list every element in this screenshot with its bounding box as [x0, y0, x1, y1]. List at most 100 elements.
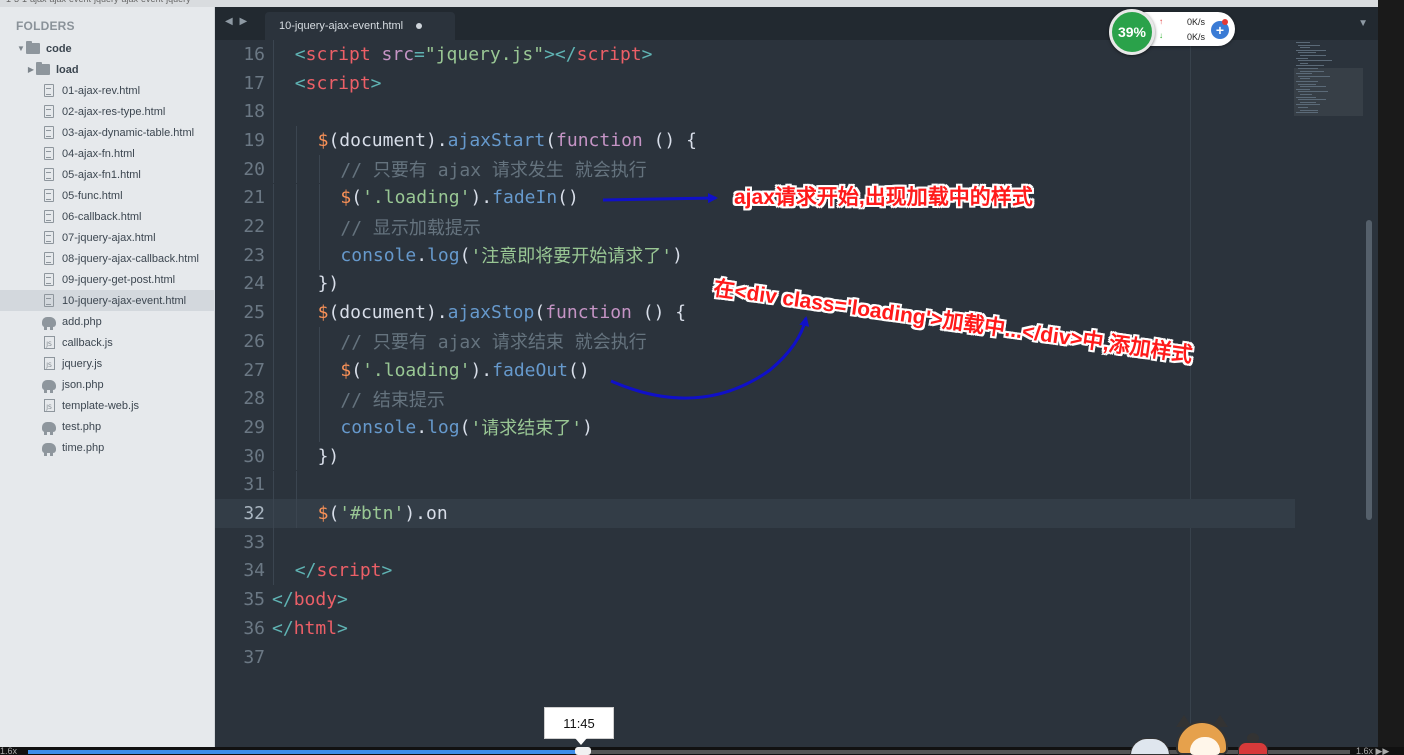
indent-guide — [273, 527, 274, 557]
tree-file-item[interactable]: 04-ajax-fn.html — [0, 143, 215, 164]
minimap-line — [1298, 44, 1320, 46]
tree-file-item[interactable]: 01-ajax-rev.html — [0, 80, 215, 101]
indent-guide — [295, 154, 297, 184]
playback-speed-right[interactable]: 1.6x ▶▶ — [1356, 746, 1389, 755]
sidebar: FOLDERS ▼ code ▶ load 01-ajax-rev.html 02-aja… — [0, 7, 215, 747]
tree-file-item[interactable]: 06-callback.html — [0, 206, 215, 227]
code-line[interactable]: 35 </body > — [215, 585, 1295, 614]
tree-file-item[interactable]: test.php — [0, 416, 215, 437]
indent-guide — [318, 355, 320, 385]
code-token: '#btn' — [339, 503, 405, 525]
code-line[interactable]: 36 </html > — [215, 614, 1295, 643]
line-number: 23 — [243, 244, 265, 266]
tree-item-label: json.php — [62, 378, 104, 391]
minimap-line — [1300, 47, 1310, 49]
html-file-icon — [42, 273, 56, 287]
indent-guide — [273, 154, 274, 184]
indent-guide — [273, 269, 274, 299]
indent-guide — [318, 154, 320, 184]
tree-file-item[interactable]: 03-ajax-dynamic-table.html — [0, 122, 215, 143]
expand-chevron-right-icon[interactable]: ▶ — [26, 65, 36, 74]
vertical-scrollbar[interactable] — [1366, 220, 1372, 520]
indent-guide — [273, 68, 274, 98]
tree-file-item[interactable]: 09-jquery-get-post.html — [0, 269, 215, 290]
tree-file-item[interactable]: JS jquery.js — [0, 353, 215, 374]
code-token: html — [293, 617, 338, 639]
code-line[interactable]: 23 console. log('注意即将要开始请求了') — [215, 240, 1295, 270]
indent-guide — [273, 413, 274, 442]
line-number: 20 — [243, 158, 265, 180]
code-line[interactable]: 18 — [215, 97, 1295, 127]
code-line[interactable]: 34 </script > — [215, 556, 1295, 586]
indent-guide — [273, 556, 274, 586]
tab-nav-arrows[interactable]: ◀ ▶ — [225, 16, 249, 27]
html-file-icon — [42, 84, 56, 98]
html-file-icon — [42, 105, 56, 119]
code-token: ( — [459, 244, 471, 266]
playback-speed-left[interactable]: 1.6x — [0, 746, 17, 755]
indent-guide — [295, 355, 297, 385]
minimap[interactable] — [1294, 40, 1364, 118]
tree-file-item[interactable]: add.php — [0, 311, 215, 332]
tree-folder-code[interactable]: ▼ code — [0, 38, 215, 59]
tree-file-item[interactable]: JS callback.js — [0, 332, 215, 353]
tree-file-item[interactable]: 07-jquery-ajax.html — [0, 227, 215, 248]
tree-file-item[interactable]: time.php — [0, 437, 215, 458]
tree-folder-load[interactable]: ▶ load — [0, 59, 215, 80]
code-editor[interactable]: 16 < script src = "jquery.js" ></script >17 < sc… — [215, 40, 1378, 747]
tree-item-label: 05-ajax-fn1.html — [62, 168, 141, 181]
code-line[interactable]: 30}) — [215, 441, 1295, 471]
line-number: 22 — [243, 216, 265, 238]
code-line[interactable]: 17 < script > — [215, 68, 1295, 98]
tree-item-label: code — [46, 42, 72, 55]
indent-guide — [273, 355, 274, 385]
code-line[interactable]: 37 — [215, 643, 1295, 672]
network-monitor-widget[interactable]: 39% ↑ ↓ 0K/s 0K/s + — [1109, 9, 1235, 55]
code-line[interactable]: 31 — [215, 470, 1295, 500]
tree-file-item[interactable]: 02-ajax-res-type.html — [0, 101, 215, 122]
player-progress-knob[interactable] — [575, 747, 591, 755]
minimap-line — [1298, 75, 1330, 77]
tree-item-label: template-web.js — [62, 399, 140, 412]
indent-guide — [273, 126, 274, 155]
code-text: < script > — [295, 69, 382, 98]
code-text: // 只要有 ajax 请求发生 就会执行 — [340, 155, 646, 184]
php-file-icon — [42, 378, 56, 393]
code-token: > — [641, 43, 653, 65]
indent-guide — [295, 240, 297, 270]
code-line[interactable]: 19 $ (document). ajaxStart(function () { — [215, 126, 1295, 155]
tree-file-item[interactable]: 10-jquery-ajax-event.html — [0, 290, 215, 311]
indent-guide — [273, 470, 274, 500]
code-text: $('.loading'). fadeOut() — [340, 356, 589, 385]
cpu-percent-badge[interactable]: 39% — [1109, 9, 1155, 55]
tree-file-item[interactable]: json.php — [0, 374, 215, 395]
code-line[interactable]: 29 console. log('请求结束了') — [215, 413, 1295, 442]
tree-file-item[interactable]: JS template-web.js — [0, 395, 215, 416]
modified-dot-icon[interactable] — [416, 23, 423, 29]
tree-file-item[interactable]: 05-func.html — [0, 185, 215, 206]
tree-file-item[interactable]: 08-jquery-ajax-callback.html — [0, 248, 215, 269]
tab-menu-chevron-down-icon[interactable]: ▼ — [1358, 18, 1368, 29]
code-token: script — [576, 43, 642, 65]
expand-chevron-down-icon[interactable]: ▼ — [16, 44, 26, 53]
tree-file-item[interactable]: 05-ajax-fn1.html — [0, 164, 215, 185]
code-line[interactable]: 22 // 显示加载提示 — [215, 212, 1295, 241]
tree-item-label: load — [56, 63, 79, 76]
indent-guide — [295, 126, 297, 155]
code-line[interactable]: 32 $('#btn').on — [215, 499, 1295, 528]
indent-guide — [295, 499, 297, 528]
player-progress-fill — [28, 750, 583, 754]
code-token: ). — [470, 359, 493, 381]
gift-box-icon[interactable] — [1238, 733, 1268, 755]
code-line[interactable]: 33 — [215, 527, 1295, 557]
code-token: '.loading' — [362, 187, 471, 209]
upload-speed: 0K/s — [1187, 17, 1206, 27]
code-line[interactable]: 20 // 只要有 ajax 请求发生 就会执行 — [215, 154, 1295, 184]
code-line[interactable]: 28 // 结束提示 — [215, 384, 1295, 414]
indent-guide — [273, 499, 274, 528]
code-token: > — [370, 72, 382, 94]
tab-active-file[interactable]: 10-jquery-ajax-event.html — [265, 12, 455, 40]
code-token: console — [340, 416, 417, 438]
minimap-line — [1300, 109, 1318, 111]
